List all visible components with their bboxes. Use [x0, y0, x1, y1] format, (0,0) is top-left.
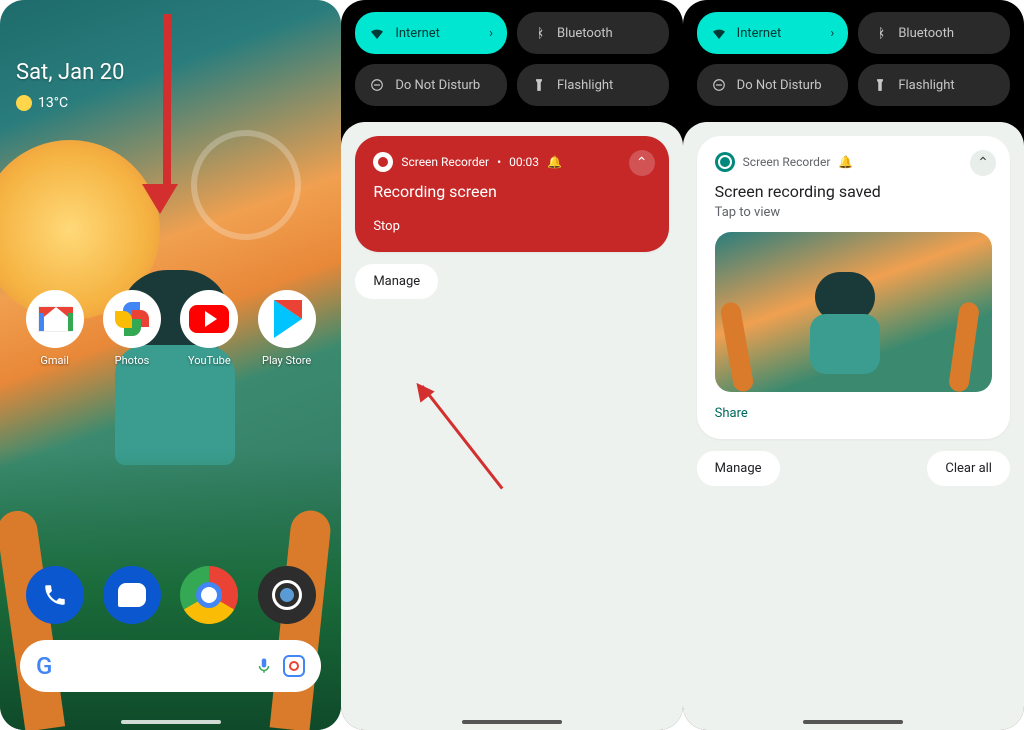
- notification-area: Screen Recorder • 00:03 🔔 ⌃ Recording sc…: [341, 122, 682, 730]
- play-store-icon: [268, 300, 306, 338]
- recording-timer: 00:03: [509, 155, 539, 169]
- bluetooth-icon: [531, 25, 547, 41]
- collapse-notification-button[interactable]: ⌃: [629, 150, 655, 176]
- manage-notifications-button[interactable]: Manage: [697, 451, 780, 486]
- app-camera[interactable]: [251, 566, 323, 624]
- voice-search-icon[interactable]: [255, 655, 273, 677]
- temperature-text: 13°C: [38, 95, 68, 111]
- qs-tile-flashlight[interactable]: Flashlight: [517, 64, 669, 106]
- qs-tile-internet[interactable]: Internet ›: [697, 12, 849, 54]
- photos-icon: [115, 302, 149, 336]
- manage-notifications-button[interactable]: Manage: [355, 264, 438, 299]
- chevron-right-icon: ›: [489, 26, 493, 41]
- qs-tile-internet[interactable]: Internet ›: [355, 12, 507, 54]
- chrome-icon: [180, 566, 238, 624]
- weather-icon: [16, 95, 32, 111]
- youtube-icon: [189, 305, 229, 333]
- flashlight-icon: [531, 77, 547, 93]
- dnd-icon: [711, 77, 727, 93]
- notification-title: Screen recording saved: [715, 182, 992, 201]
- annotation-arrow-swipe-down: [156, 14, 178, 214]
- app-chrome[interactable]: [173, 566, 245, 624]
- notification-subtitle: Tap to view: [715, 205, 992, 220]
- screen-recorder-icon: [373, 152, 393, 172]
- qs-tile-dnd[interactable]: Do Not Disturb: [697, 64, 849, 106]
- notification-title: Recording screen: [373, 182, 650, 201]
- home-indicator[interactable]: [462, 720, 562, 724]
- chevron-right-icon: ›: [830, 26, 834, 41]
- quick-settings-tiles: Internet › Bluetooth Do Not Disturb Flas…: [341, 0, 682, 114]
- google-logo-icon: G: [36, 652, 52, 680]
- google-lens-icon[interactable]: [283, 655, 305, 677]
- quick-settings-tiles: Internet › Bluetooth Do Not Disturb Flas…: [683, 0, 1024, 114]
- collapse-notification-button[interactable]: ⌃: [970, 150, 996, 176]
- qs-tile-bluetooth[interactable]: Bluetooth: [858, 12, 1010, 54]
- qs-tile-bluetooth[interactable]: Bluetooth: [517, 12, 669, 54]
- recording-thumbnail[interactable]: [715, 232, 992, 392]
- stop-recording-button[interactable]: Stop: [373, 219, 400, 234]
- notification-shade-saved: Internet › Bluetooth Do Not Disturb Flas…: [683, 0, 1024, 730]
- annotation-arrow-to-stop: [421, 387, 424, 517]
- app-phone[interactable]: [19, 566, 91, 624]
- app-messages[interactable]: [96, 566, 168, 624]
- gmail-icon: [38, 306, 72, 332]
- alert-icon: 🔔: [838, 155, 853, 169]
- google-search-bar[interactable]: G: [20, 640, 321, 692]
- qs-tile-flashlight[interactable]: Flashlight: [858, 64, 1010, 106]
- dnd-icon: [369, 77, 385, 93]
- app-gmail[interactable]: Gmail: [19, 290, 91, 367]
- wifi-icon: [369, 25, 385, 41]
- qs-tile-dnd[interactable]: Do Not Disturb: [355, 64, 507, 106]
- app-play-store[interactable]: Play Store: [251, 290, 323, 367]
- messages-icon: [103, 566, 161, 624]
- screen-recorder-icon: [715, 152, 735, 172]
- wifi-icon: [711, 25, 727, 41]
- flashlight-icon: [872, 77, 888, 93]
- bluetooth-icon: [872, 25, 888, 41]
- notification-area: Screen Recorder 🔔 ⌃ Screen recording sav…: [683, 122, 1024, 730]
- alert-icon: 🔔: [547, 155, 562, 169]
- phone-icon: [26, 566, 84, 624]
- clear-all-button[interactable]: Clear all: [927, 451, 1010, 486]
- notification-screen-recording-saved[interactable]: Screen Recorder 🔔 ⌃ Screen recording sav…: [697, 136, 1010, 439]
- app-youtube[interactable]: YouTube: [173, 290, 245, 367]
- camera-icon: [258, 566, 316, 624]
- share-recording-button[interactable]: Share: [715, 406, 748, 421]
- notification-screen-recorder-active[interactable]: Screen Recorder • 00:03 🔔 ⌃ Recording sc…: [355, 136, 668, 252]
- home-screen: Sat, Jan 20 13°C Gmail Photos YouTube Pl…: [0, 0, 341, 730]
- home-indicator[interactable]: [803, 720, 903, 724]
- app-photos[interactable]: Photos: [96, 290, 168, 367]
- notification-shade-recording: Internet › Bluetooth Do Not Disturb Flas…: [341, 0, 682, 730]
